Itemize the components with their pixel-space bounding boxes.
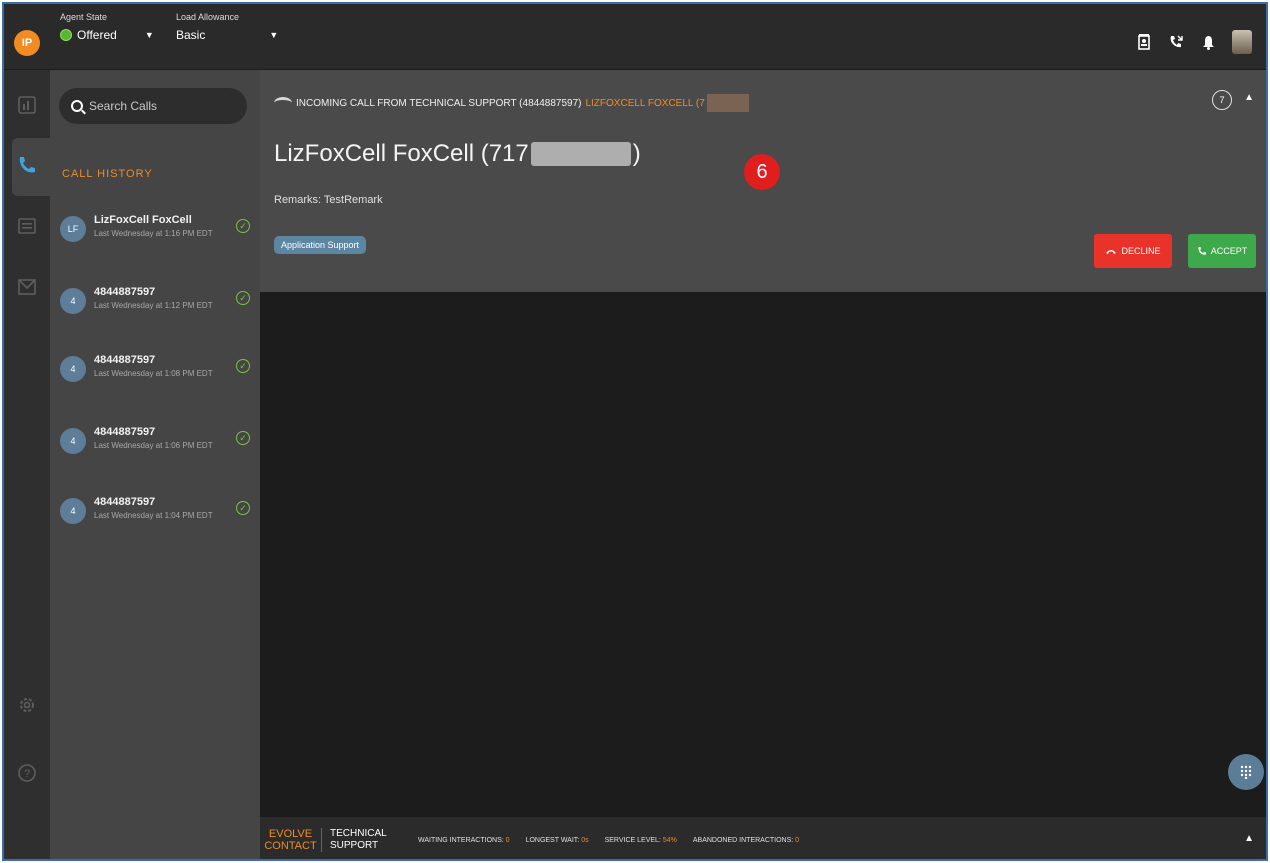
svg-text:?: ? <box>24 768 30 780</box>
load-allowance-value: Basic <box>176 28 206 42</box>
chat-icon[interactable] <box>12 212 42 242</box>
check-icon: ✓ <box>236 501 250 515</box>
hangup-icon <box>1106 250 1117 254</box>
chevron-down-icon[interactable]: ▼ <box>145 30 154 40</box>
stat-label: WAITING INTERACTIONS: <box>418 836 504 844</box>
call-time: Last Wednesday at 1:08 PM EDT <box>94 369 213 378</box>
agent-state-selector[interactable]: Agent State Offered ▼ <box>60 12 154 42</box>
call-time: Last Wednesday at 1:06 PM EDT <box>94 441 213 450</box>
decline-button[interactable]: DECLINE <box>1094 234 1172 268</box>
phone-icon <box>1198 247 1206 255</box>
main-content: INCOMING CALL FROM TECHNICAL SUPPORT (48… <box>260 70 1266 817</box>
ring-countdown: 7 <box>1212 90 1232 110</box>
caller-name: 4844887597 <box>94 286 156 298</box>
mail-icon[interactable] <box>12 272 42 302</box>
call-remarks: Remarks: TestRemark <box>274 194 383 206</box>
step-badge: 6 <box>744 154 780 190</box>
stat-service-level: SERVICE LEVEL: 54% <box>605 837 677 844</box>
incoming-call-banner: INCOMING CALL FROM TECHNICAL SUPPORT (48… <box>274 94 749 112</box>
app-logo: IP <box>14 30 40 56</box>
caller-name: 4844887597 <box>94 354 156 366</box>
check-icon: ✓ <box>236 219 250 233</box>
top-icon-group <box>1136 30 1252 54</box>
dialpad-icon <box>1240 765 1252 779</box>
call-history-item[interactable]: 4 4844887597 Last Wednesday at 1:06 PM E… <box>60 424 255 464</box>
accept-label: ACCEPT <box>1210 246 1248 256</box>
queue-line2: SUPPORT <box>330 840 379 851</box>
call-history-panel: CALL HISTORY LF LizFoxCell FoxCell Last … <box>50 70 260 859</box>
caller-name-prefix: LizFoxCell FoxCell (717 <box>274 140 529 167</box>
settings-icon[interactable] <box>12 690 42 720</box>
caller-name: 4844887597 <box>94 426 156 438</box>
caller-avatar: 4 <box>60 356 86 382</box>
search-icon <box>71 100 83 112</box>
stat-label: SERVICE LEVEL: <box>604 836 661 844</box>
stat-value: 0 <box>795 836 800 844</box>
incoming-call-card: INCOMING CALL FROM TECHNICAL SUPPORT (48… <box>260 70 1266 292</box>
queue-line1: TECHNICAL <box>330 828 387 839</box>
call-history-item[interactable]: 4 4844887597 Last Wednesday at 1:04 PM E… <box>60 494 255 534</box>
chevron-up-icon[interactable]: ▲ <box>1244 92 1254 103</box>
redacted-number <box>706 94 749 112</box>
caller-avatar: LF <box>60 216 86 242</box>
stat-value: 54% <box>662 836 677 844</box>
stat-value: 0 <box>505 836 510 844</box>
accept-button[interactable]: ACCEPT <box>1188 234 1256 268</box>
stat-label: LONGEST WAIT: <box>525 836 580 844</box>
bell-icon[interactable] <box>1200 33 1216 51</box>
queue-name: TECHNICAL SUPPORT <box>322 828 402 852</box>
brand-line1: EVOLVE <box>268 828 313 840</box>
ringing-phone-icon <box>274 97 292 109</box>
help-icon[interactable]: ? <box>12 758 42 788</box>
call-history-item[interactable]: LF LizFoxCell FoxCell Last Wednesday at … <box>60 212 255 252</box>
caller-name-suffix: ) <box>632 140 641 167</box>
top-bar: IP Agent State Offered ▼ Load Allowance … <box>4 4 1266 70</box>
caller-avatar: 4 <box>60 428 86 454</box>
brand-line2: CONTACT <box>264 840 317 852</box>
load-allowance-label: Load Allowance <box>176 12 240 22</box>
incoming-caller-name: LIZFOXCELL FOXCELL (7 <box>585 97 705 109</box>
caller-name: 4844887597 <box>94 496 156 508</box>
caller-name: LizFoxCell FoxCell <box>94 214 192 226</box>
chevron-up-icon[interactable]: ▲ <box>1244 833 1254 844</box>
decline-label: DECLINE <box>1121 246 1161 256</box>
stat-abandoned: ABANDONED INTERACTIONS: 0 <box>693 837 799 844</box>
nav-rail: ? <box>4 70 52 859</box>
stats-icon[interactable] <box>12 90 42 120</box>
call-transfer-icon[interactable] <box>1168 33 1184 51</box>
app-window: IP Agent State Offered ▼ Load Allowance … <box>2 2 1268 861</box>
stat-waiting: WAITING INTERACTIONS: 0 <box>418 837 510 844</box>
status-footer: EVOLVE CONTACT TECHNICAL SUPPORT WAITING… <box>260 817 1266 859</box>
caller-avatar: 4 <box>60 498 86 524</box>
check-icon: ✓ <box>236 431 250 445</box>
dialpad-button[interactable] <box>1228 754 1264 790</box>
chevron-down-icon[interactable]: ▼ <box>269 30 278 40</box>
call-time: Last Wednesday at 1:04 PM EDT <box>94 511 213 520</box>
user-avatar[interactable] <box>1232 30 1252 54</box>
phone-icon[interactable] <box>12 150 42 180</box>
stat-label: ABANDONED INTERACTIONS: <box>692 836 794 844</box>
check-icon: ✓ <box>236 291 250 305</box>
search-box[interactable] <box>59 88 247 124</box>
skill-tag: Application Support <box>274 236 367 254</box>
caller-avatar: 4 <box>60 288 86 314</box>
contacts-icon[interactable] <box>1136 33 1152 51</box>
load-allowance-selector[interactable]: Load Allowance Basic ▼ <box>176 12 278 42</box>
status-dot <box>60 29 72 41</box>
check-icon: ✓ <box>236 359 250 373</box>
agent-state-label: Agent State <box>60 12 108 22</box>
stat-value: 0s <box>581 836 589 844</box>
call-history-title: CALL HISTORY <box>62 168 153 180</box>
call-time: Last Wednesday at 1:16 PM EDT <box>94 229 213 238</box>
stat-longest-wait: LONGEST WAIT: 0s <box>526 837 589 844</box>
agent-state-value: Offered <box>77 28 117 42</box>
caller-heading: LizFoxCell FoxCell (717 ) <box>274 140 641 168</box>
call-history-item[interactable]: 4 4844887597 Last Wednesday at 1:08 PM E… <box>60 352 255 392</box>
search-input[interactable] <box>89 99 239 113</box>
call-time: Last Wednesday at 1:12 PM EDT <box>94 301 213 310</box>
brand-logo: EVOLVE CONTACT <box>260 828 322 852</box>
call-history-item[interactable]: 4 4844887597 Last Wednesday at 1:12 PM E… <box>60 284 255 324</box>
redacted-number <box>530 142 631 166</box>
incoming-call-text: INCOMING CALL FROM TECHNICAL SUPPORT (48… <box>296 97 582 109</box>
